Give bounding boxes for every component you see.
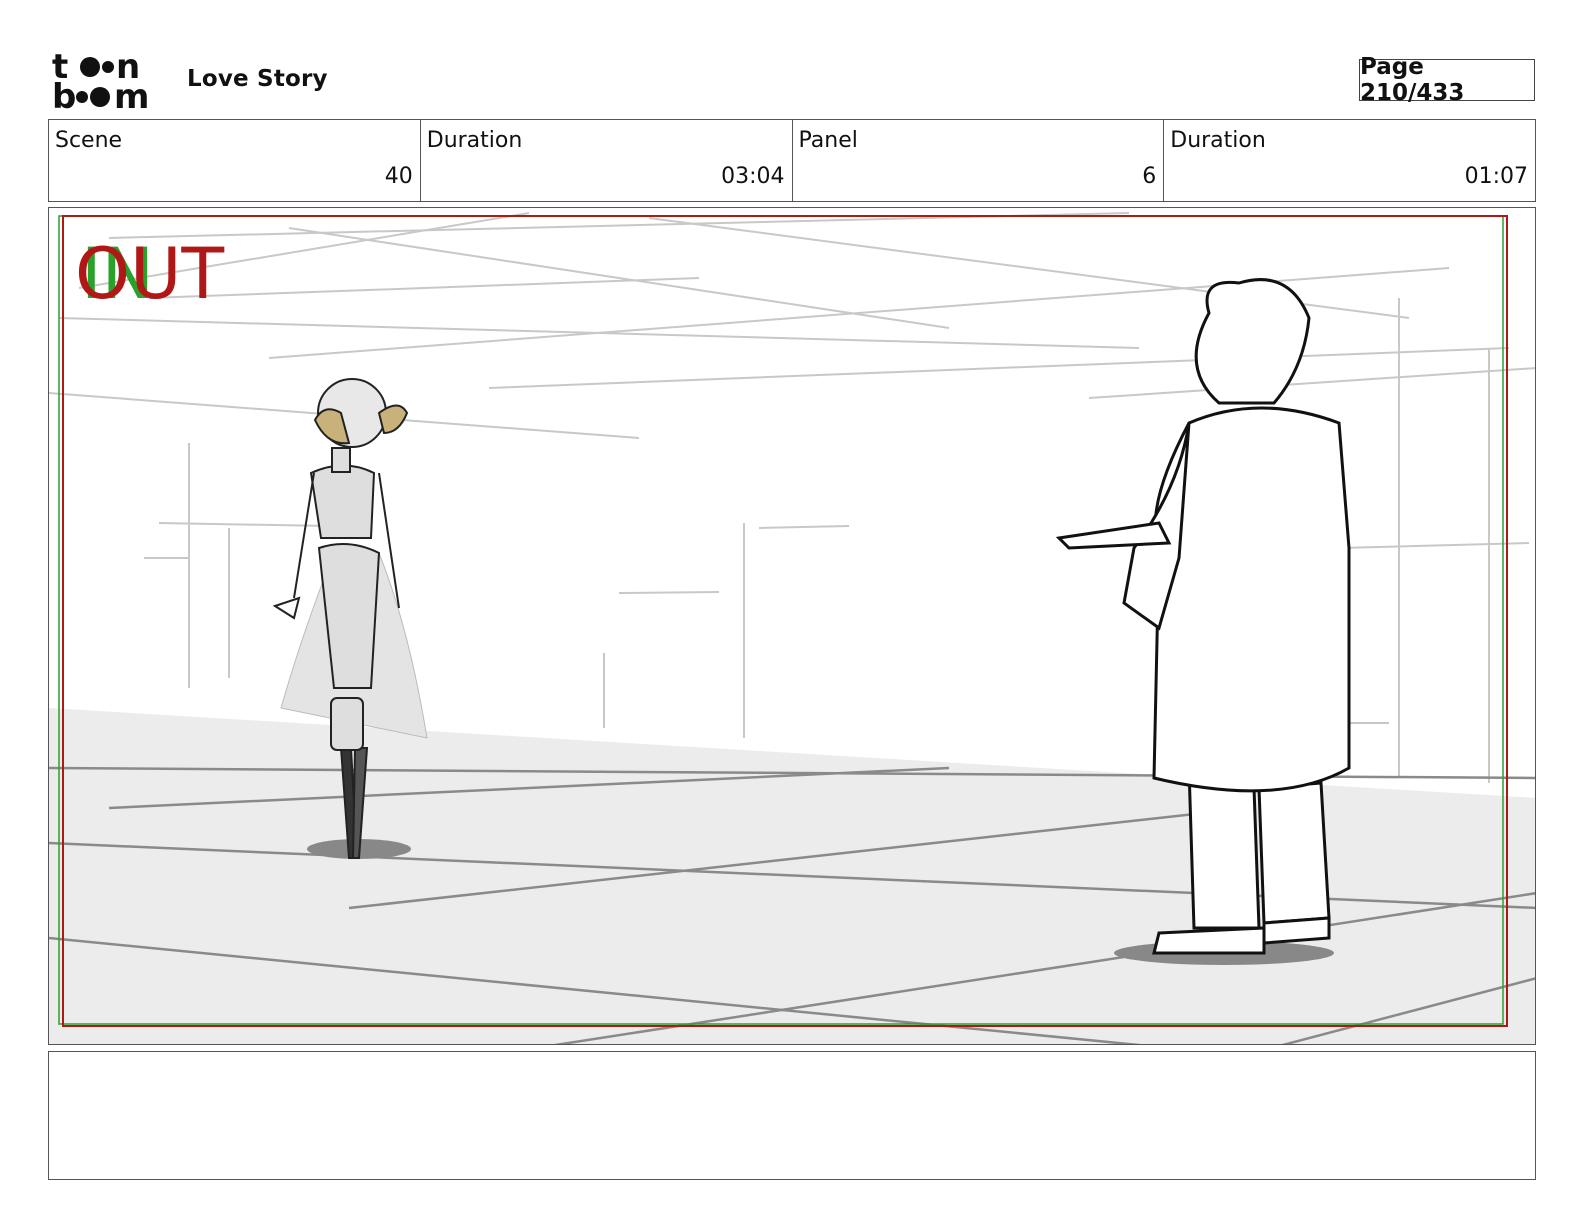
scene-info-table: Scene 40 Duration 03:04 Panel 6 Duration… (48, 119, 1536, 202)
panel-duration-value: 01:07 (1464, 164, 1528, 189)
panel-cell: Panel 6 (793, 120, 1165, 201)
panel-label: Panel (798, 128, 858, 153)
scene-cell: Scene 40 (49, 120, 421, 201)
out-marker: OUT (75, 233, 225, 315)
storyboard-panel: IN OUT (48, 207, 1536, 1045)
panel-sketch (49, 212, 1535, 1044)
page-number: Page 210/433 (1359, 54, 1535, 106)
panel-notes-box[interactable] (48, 1051, 1536, 1180)
svg-text:m: m (114, 77, 149, 112)
scene-duration-value: 03:04 (721, 164, 785, 189)
scene-label: Scene (55, 128, 123, 153)
panel-duration-cell: Duration 01:07 (1164, 120, 1535, 201)
in-out-marker: IN OUT (75, 234, 255, 314)
project-title: Love Story (187, 66, 328, 92)
scene-duration-cell: Duration 03:04 (421, 120, 793, 201)
toon-boom-logo: t n b m (52, 47, 164, 117)
scene-duration-label: Duration (426, 128, 523, 153)
svg-text:b: b (52, 77, 76, 112)
scene-value: 40 (384, 164, 413, 189)
panel-value: 6 (1142, 164, 1157, 189)
panel-duration-label: Duration (1170, 128, 1266, 153)
